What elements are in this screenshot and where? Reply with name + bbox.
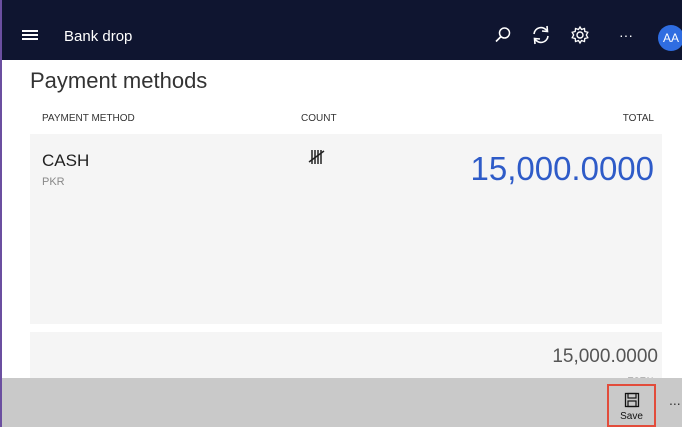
- avatar[interactable]: AA: [658, 25, 682, 51]
- tally-icon[interactable]: [308, 148, 326, 166]
- payment-method-total: 15,000.0000: [470, 150, 654, 187]
- action-bar: Save ...: [2, 378, 682, 427]
- payment-method-name: CASH: [42, 151, 90, 170]
- payment-method-currency: PKR: [42, 176, 65, 188]
- summary-panel: 15,000.0000 TOTAL: [30, 332, 662, 382]
- summary-total: 15,000.0000: [552, 346, 658, 367]
- hamburger-icon[interactable]: [22, 30, 38, 40]
- column-header-count: COUNT: [301, 113, 337, 124]
- search-icon[interactable]: [492, 24, 514, 46]
- save-label: Save: [620, 411, 643, 422]
- save-icon: [624, 392, 639, 408]
- payment-method-list: CASH PKR 15,000.0000: [30, 134, 662, 324]
- column-header-total: TOTAL: [622, 113, 654, 124]
- app-window: Bank drop ··· AA Payment methods PAYMENT…: [0, 0, 682, 427]
- page-title: Payment methods: [30, 68, 208, 93]
- column-header-payment-method: PAYMENT METHOD: [42, 113, 135, 124]
- refresh-icon[interactable]: [529, 24, 553, 46]
- top-bar: Bank drop ··· AA: [2, 0, 682, 60]
- more-actions-button[interactable]: ...: [669, 392, 681, 408]
- app-title: Bank drop: [64, 28, 133, 45]
- more-icon[interactable]: ···: [614, 24, 638, 46]
- more-label: ···: [619, 27, 633, 43]
- gear-icon[interactable]: [569, 24, 591, 46]
- save-button[interactable]: Save: [607, 384, 656, 427]
